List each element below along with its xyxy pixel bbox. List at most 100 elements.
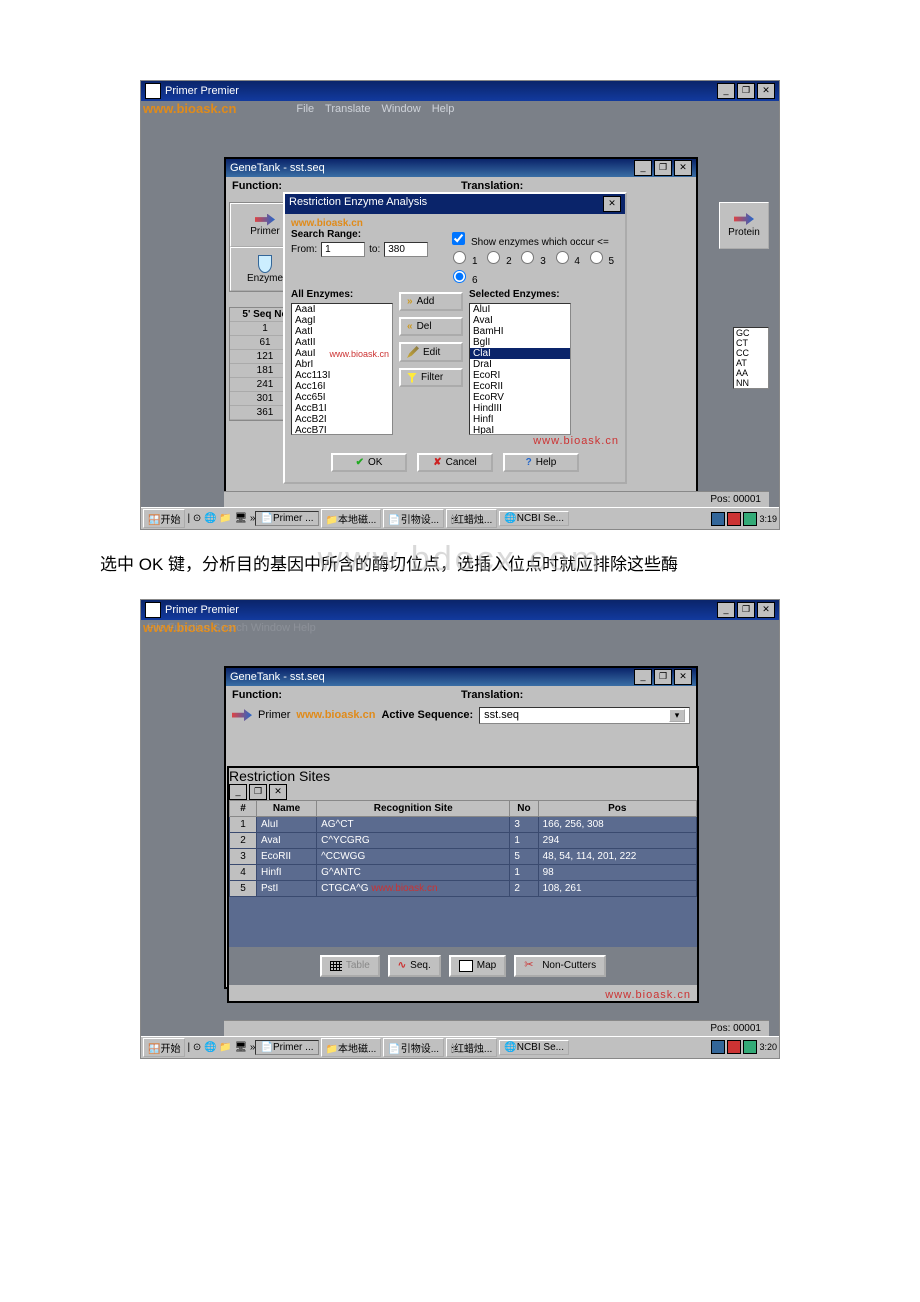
function-label: Function: bbox=[232, 180, 461, 192]
dialog-title: Restriction Enzyme Analysis bbox=[289, 196, 427, 212]
seq-view-button[interactable]: ∿Seq. bbox=[388, 955, 441, 977]
inner-min-button[interactable]: _ bbox=[634, 669, 652, 685]
active-seq-label: Active Sequence: bbox=[381, 709, 473, 721]
table-title: Restriction Sites bbox=[229, 768, 330, 784]
question-icon: ? bbox=[526, 457, 532, 468]
task-item[interactable]: 📁本地磁... bbox=[321, 509, 382, 528]
task-item[interactable]: 🕯红蜡烛... bbox=[446, 509, 497, 528]
task-item[interactable]: 🕯红蜡烛... bbox=[446, 1038, 497, 1057]
chevron-down-icon: ▾ bbox=[669, 709, 685, 722]
filter-button[interactable]: Filter bbox=[399, 368, 463, 387]
minimize-button[interactable]: _ bbox=[717, 83, 735, 99]
flask-icon bbox=[258, 255, 272, 273]
all-enzymes-header: All Enzymes: bbox=[291, 289, 393, 300]
table-row: 1AluIAG^CT3166, 256, 308 bbox=[230, 816, 697, 832]
pos-status: Pos: 00001 bbox=[710, 1023, 761, 1034]
to-label: to: bbox=[369, 244, 380, 255]
start-button[interactable]: 🪟开始 bbox=[143, 509, 185, 528]
menu-file[interactable]: File bbox=[296, 103, 314, 115]
app-icon bbox=[145, 83, 161, 99]
occur-radios: 1 2 3 4 5 6 bbox=[448, 248, 619, 286]
taskbar: 🪟开始 | ⊙ 🌐 📁 🖥 » 📄Primer ... 📁本地磁... 📄引物设… bbox=[141, 1036, 779, 1058]
tray-icon[interactable] bbox=[743, 512, 757, 526]
cancel-button[interactable]: ✘Cancel bbox=[417, 453, 493, 472]
inner-max-button[interactable]: ❐ bbox=[654, 669, 672, 685]
ok-button[interactable]: ✔OK bbox=[331, 453, 407, 472]
task-item[interactable]: 📁本地磁... bbox=[321, 1038, 382, 1057]
app-titlebar: Primer Premier _ ❐ ✕ bbox=[141, 81, 779, 101]
screenshot-2: Primer Premier _ ❐ ✕ www.bioask.cn File … bbox=[140, 599, 780, 1059]
clock: 3:19 bbox=[759, 514, 777, 524]
status-bar: Pos: 00001 bbox=[224, 1020, 769, 1036]
app-title: Primer Premier bbox=[165, 85, 239, 97]
noncutters-button[interactable]: Non-Cutters bbox=[514, 955, 606, 977]
tray-icon[interactable] bbox=[727, 512, 741, 526]
map-view-button[interactable]: Map bbox=[449, 955, 506, 977]
menu-translate[interactable]: Translate bbox=[325, 103, 370, 115]
add-button[interactable]: »Add bbox=[399, 292, 463, 311]
start-button[interactable]: 🪟开始 bbox=[143, 1038, 185, 1057]
col-pos: Pos bbox=[538, 800, 696, 816]
dialog-close-button[interactable]: ✕ bbox=[603, 196, 621, 212]
col-name: Name bbox=[257, 800, 317, 816]
arrow-icon bbox=[255, 214, 275, 226]
inner-min-button[interactable]: _ bbox=[634, 160, 652, 176]
menu-items[interactable]: File Function Search Window Help bbox=[147, 622, 316, 634]
watermark-text: www.bioask.cn bbox=[291, 218, 619, 229]
restriction-sites-window: Restriction Sites _ ❐ ✕ # Name Recogniti… bbox=[227, 766, 699, 1003]
col-index: # bbox=[230, 800, 257, 816]
col-no: No bbox=[510, 800, 538, 816]
selected-enzymes-list[interactable]: AluIAvaI BamHIBglI ClaI DraI EcoRIEcoRII… bbox=[469, 303, 571, 435]
table-view-button[interactable]: Table bbox=[320, 955, 380, 977]
inner-max-button[interactable]: ❐ bbox=[654, 160, 672, 176]
range-label: Search Range: bbox=[291, 229, 428, 240]
del-button[interactable]: «Del bbox=[399, 317, 463, 336]
edit-button[interactable]: Edit bbox=[399, 342, 463, 362]
table-row: 2AvaIC^YCGRG1294 bbox=[230, 832, 697, 848]
menu-help[interactable]: Help bbox=[432, 103, 455, 115]
tray-icon[interactable] bbox=[727, 1040, 741, 1054]
menu-window[interactable]: Window bbox=[382, 103, 421, 115]
show-checkbox[interactable]: Show enzymes which occur <= bbox=[448, 237, 609, 248]
caption-text: 选中 OK 键，分析目的基因中所含的酶切位点，选插入位点时就应排除这些酶 bbox=[100, 550, 880, 581]
table-row: 3EcoRII^CCWGG548, 54, 114, 201, 222 bbox=[230, 848, 697, 864]
to-input[interactable]: 380 bbox=[384, 242, 428, 257]
restriction-dialog: Restriction Enzyme Analysis ✕ www.bioask… bbox=[283, 192, 627, 484]
protein-tool[interactable]: Protein bbox=[719, 202, 769, 249]
inner-close-button[interactable]: ✕ bbox=[674, 669, 692, 685]
pencil-icon bbox=[407, 346, 419, 358]
all-enzymes-list[interactable]: AaaIAagI AatIAatII AauI www.bioask.cn Ab… bbox=[291, 303, 393, 435]
inner-min-button[interactable]: _ bbox=[229, 784, 247, 800]
check-icon: ✔ bbox=[356, 457, 364, 468]
function-label: Function: bbox=[232, 689, 461, 701]
task-item[interactable]: 🌐NCBI Se... bbox=[499, 511, 569, 526]
help-button[interactable]: ?Help bbox=[503, 453, 579, 472]
task-item[interactable]: 🌐NCBI Se... bbox=[499, 1040, 569, 1055]
maximize-button[interactable]: ❐ bbox=[737, 602, 755, 618]
task-item[interactable]: 📄Primer ... bbox=[255, 1040, 318, 1055]
tray-icon[interactable] bbox=[711, 512, 725, 526]
watermark-text: www.bioask.cn bbox=[371, 883, 437, 894]
watermark-text: www.bioask.cn bbox=[143, 101, 236, 116]
col-site: Recognition Site bbox=[317, 800, 510, 816]
codon-list: GC CT CC AT AA NN bbox=[733, 327, 769, 389]
inner-max-button[interactable]: ❐ bbox=[249, 784, 267, 800]
tray-icon[interactable] bbox=[711, 1040, 725, 1054]
task-item[interactable]: 📄Primer ... bbox=[255, 511, 318, 526]
inner-close-button[interactable]: ✕ bbox=[674, 160, 692, 176]
inner-close-button[interactable]: ✕ bbox=[269, 784, 287, 800]
active-seq-combo[interactable]: sst.seq▾ bbox=[479, 707, 690, 724]
screenshot-1: Primer Premier _ ❐ ✕ www.bioask.cn pad F… bbox=[140, 80, 780, 530]
from-input[interactable]: 1 bbox=[321, 242, 365, 257]
maximize-button[interactable]: ❐ bbox=[737, 83, 755, 99]
tray-icon[interactable] bbox=[743, 1040, 757, 1054]
arrow-icon bbox=[232, 709, 252, 721]
primer-tool[interactable]: Primer bbox=[258, 709, 290, 721]
chevron-left-icon: « bbox=[407, 321, 413, 332]
taskbar: 🪟开始 | ⊙ 🌐 📁 🖥 » 📄Primer ... 📁本地磁... 📄引物设… bbox=[141, 507, 779, 529]
task-item[interactable]: 📄引物设... bbox=[383, 509, 444, 528]
close-button[interactable]: ✕ bbox=[757, 602, 775, 618]
minimize-button[interactable]: _ bbox=[717, 602, 735, 618]
close-button[interactable]: ✕ bbox=[757, 83, 775, 99]
task-item[interactable]: 📄引物设... bbox=[383, 1038, 444, 1057]
